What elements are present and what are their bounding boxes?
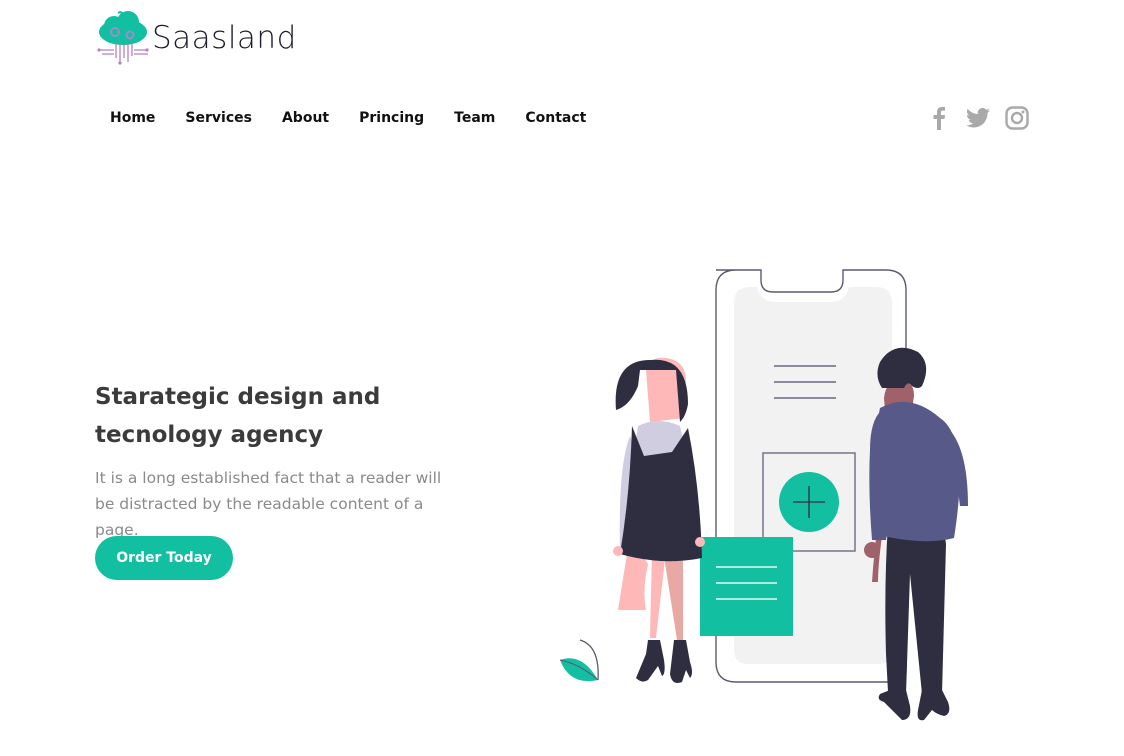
nav-item-about[interactable]: About bbox=[282, 108, 329, 128]
hero-description: It is a long established fact that a rea… bbox=[95, 469, 442, 539]
leaf-illustration bbox=[559, 639, 599, 682]
nav-item-contact[interactable]: Contact bbox=[525, 108, 586, 128]
brand-logo[interactable]: Saasland bbox=[96, 10, 297, 66]
brand-name: Saasland bbox=[152, 19, 297, 56]
nav-item-team[interactable]: Team bbox=[454, 108, 495, 128]
woman-illustration bbox=[613, 357, 705, 683]
cloud-logo-icon bbox=[97, 11, 149, 65]
hero-title: Starategic design and tecnology agency bbox=[95, 384, 381, 448]
facebook-icon[interactable] bbox=[926, 104, 952, 132]
social-links bbox=[926, 104, 1043, 132]
nav-item-home[interactable]: Home bbox=[110, 108, 155, 128]
nav-item-pricing[interactable]: Princing bbox=[359, 108, 424, 128]
order-today-button[interactable]: Order Today bbox=[95, 536, 233, 580]
instagram-icon[interactable] bbox=[1004, 104, 1030, 132]
nav-item-services[interactable]: Services bbox=[185, 108, 252, 128]
twitter-icon[interactable] bbox=[965, 104, 991, 132]
main-nav: Home Services About Princing Team Contac… bbox=[110, 108, 616, 128]
hero-illustration bbox=[559, 269, 968, 721]
